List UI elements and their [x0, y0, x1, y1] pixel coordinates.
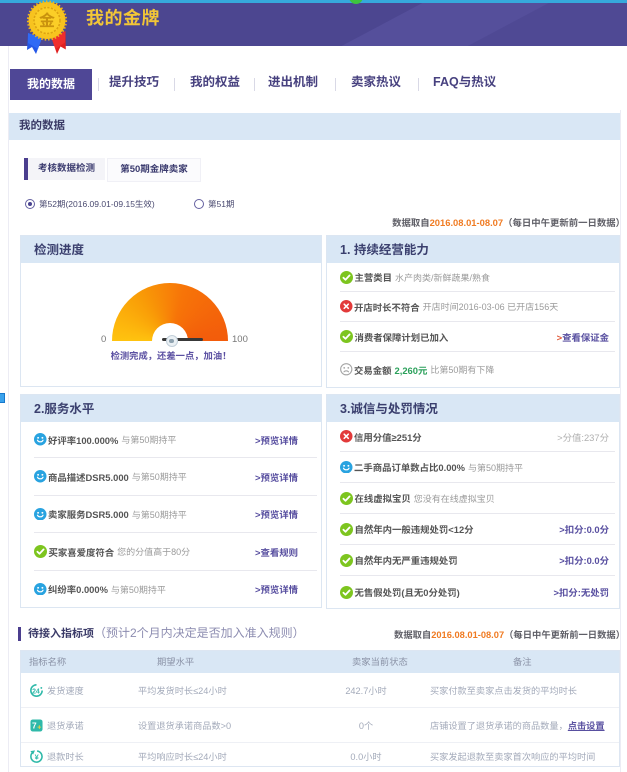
svg-text:7: 7 [32, 721, 37, 731]
svg-text:金: 金 [39, 7, 55, 31]
svg-text:24: 24 [32, 688, 40, 695]
svg-text:+: + [37, 725, 41, 732]
svg-text:¥: ¥ [35, 752, 40, 761]
